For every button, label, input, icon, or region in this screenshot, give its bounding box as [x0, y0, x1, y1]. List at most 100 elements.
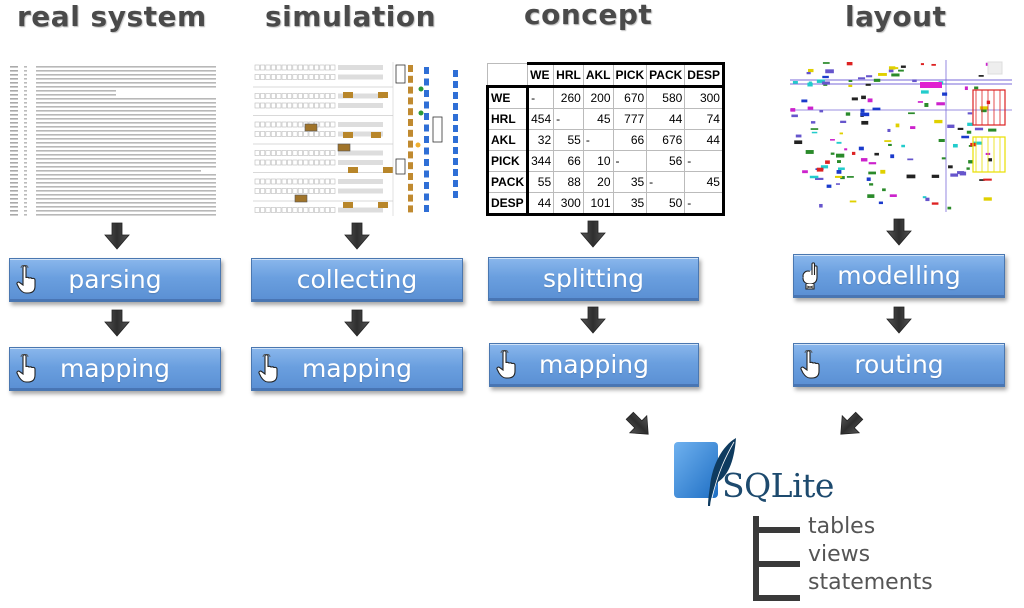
matrix-column-header: DESP [684, 62, 725, 88]
arrow-down-right-icon [622, 408, 656, 442]
step-label: routing [854, 350, 944, 379]
matrix-cell: 44 [527, 192, 555, 216]
log-line [10, 90, 116, 92]
matrix-row: WE -260 200 670 580 300 [485, 86, 725, 109]
hand-pointer-icon [258, 354, 278, 384]
step-routing-button[interactable]: routing [793, 343, 1005, 387]
log-line [10, 110, 216, 112]
log-line [10, 202, 216, 204]
step-mapping-button[interactable]: mapping [251, 347, 463, 391]
log-line [10, 70, 216, 72]
matrix-cell: 670 [612, 86, 648, 109]
step-mapping-button[interactable]: mapping [489, 343, 699, 387]
matrix-cell: 45 [684, 171, 725, 193]
log-line [10, 154, 216, 156]
arrow-down-icon [104, 222, 130, 250]
matrix-cell: 32 [527, 129, 555, 151]
column-title-layout: layout [845, 0, 947, 33]
arrow-down-icon [104, 309, 130, 337]
matrix-cell: 344 [527, 150, 555, 172]
log-line [10, 206, 216, 208]
matrix-cell: 55 [527, 171, 555, 193]
log-line [10, 114, 216, 116]
matrix-cell: - [684, 150, 725, 172]
matrix-cell: - [612, 150, 648, 172]
matrix-corner-cell [486, 63, 529, 88]
log-line [10, 170, 201, 172]
matrix-cell: 10 [582, 150, 614, 172]
arrow-down-icon [344, 309, 370, 337]
matrix-row-header: PICK [485, 150, 530, 172]
hand-pointer-icon [496, 350, 516, 380]
matrix-cell: - [527, 86, 555, 109]
log-line [10, 186, 216, 188]
matrix-column-header: AKL [582, 62, 614, 88]
output-tables: tables [808, 514, 876, 539]
log-line [10, 138, 216, 140]
log-line [10, 210, 216, 212]
output-statements: statements [808, 570, 933, 595]
matrix-cell: 20 [582, 171, 614, 193]
step-mapping-button[interactable]: mapping [9, 347, 221, 391]
step-label: parsing [68, 265, 162, 294]
matrix-cell: 454 [527, 108, 555, 130]
simulation-layout-drawing [253, 62, 458, 216]
sqlite-logo-text: SQLite [722, 466, 834, 505]
tree-bracket-icon [753, 516, 800, 601]
matrix-cell: 35 [612, 171, 648, 193]
step-label: mapping [538, 350, 650, 379]
step-label: mapping [301, 354, 413, 383]
log-line [10, 150, 216, 152]
log-line [10, 98, 216, 100]
matrix-cell: 56 [646, 150, 686, 172]
matrix-cell: 777 [612, 108, 648, 130]
log-line [10, 86, 216, 88]
matrix-column-header: HRL [553, 62, 584, 88]
log-line [10, 190, 216, 192]
hand-pointer-icon [800, 350, 820, 380]
step-label: mapping [59, 354, 171, 383]
step-modelling-button[interactable]: modelling [793, 254, 1005, 298]
matrix-cell: - [582, 129, 614, 151]
real-system-log-thumbnail [8, 64, 224, 216]
column-title-simulation: simulation [265, 0, 437, 33]
log-line [10, 82, 216, 84]
matrix-cell: - [553, 108, 584, 130]
step-parsing-button[interactable]: parsing [9, 258, 221, 302]
log-line [10, 178, 216, 180]
matrix-cell: 300 [553, 192, 584, 216]
log-line [10, 166, 216, 168]
arrow-down-icon [886, 218, 912, 246]
matrix-cell: 101 [582, 192, 614, 216]
simulation-thumbnail [253, 62, 465, 216]
matrix-cell: 44 [646, 108, 686, 130]
matrix-cell: 66 [553, 150, 584, 172]
log-line [10, 194, 216, 196]
matrix-cell: 45 [582, 108, 614, 130]
matrix-row: HRL 454-45 777 44 74 [485, 108, 725, 130]
step-label: modelling [837, 261, 961, 290]
matrix-column-header: WE [527, 62, 555, 88]
log-line [10, 118, 216, 120]
matrix-row: PICK 344 66 10-56- [485, 150, 725, 172]
from-to-matrix: WE HRL AKL PICK PACK DESP WE -260 200 670 580 300 H… [485, 62, 725, 216]
log-line [10, 102, 216, 104]
output-views: views [808, 542, 871, 567]
arrow-down-icon [580, 220, 606, 248]
matrix-cell: 676 [646, 129, 686, 151]
matrix-cell: 55 [553, 129, 584, 151]
log-line [10, 130, 216, 132]
step-collecting-button[interactable]: collecting [251, 258, 463, 302]
hand-ok-icon [800, 261, 820, 291]
log-line [10, 214, 216, 216]
step-splitting-button[interactable]: splitting [488, 257, 699, 301]
log-line [10, 182, 216, 184]
matrix-cell: 50 [646, 192, 686, 216]
matrix-row-header: WE [485, 86, 530, 109]
log-line [10, 198, 216, 200]
sqlite-logo: SQLite [672, 436, 847, 508]
log-line [10, 146, 216, 148]
matrix-cell: 260 [553, 86, 584, 109]
matrix-row-header: AKL [485, 129, 530, 151]
log-line [10, 66, 216, 68]
